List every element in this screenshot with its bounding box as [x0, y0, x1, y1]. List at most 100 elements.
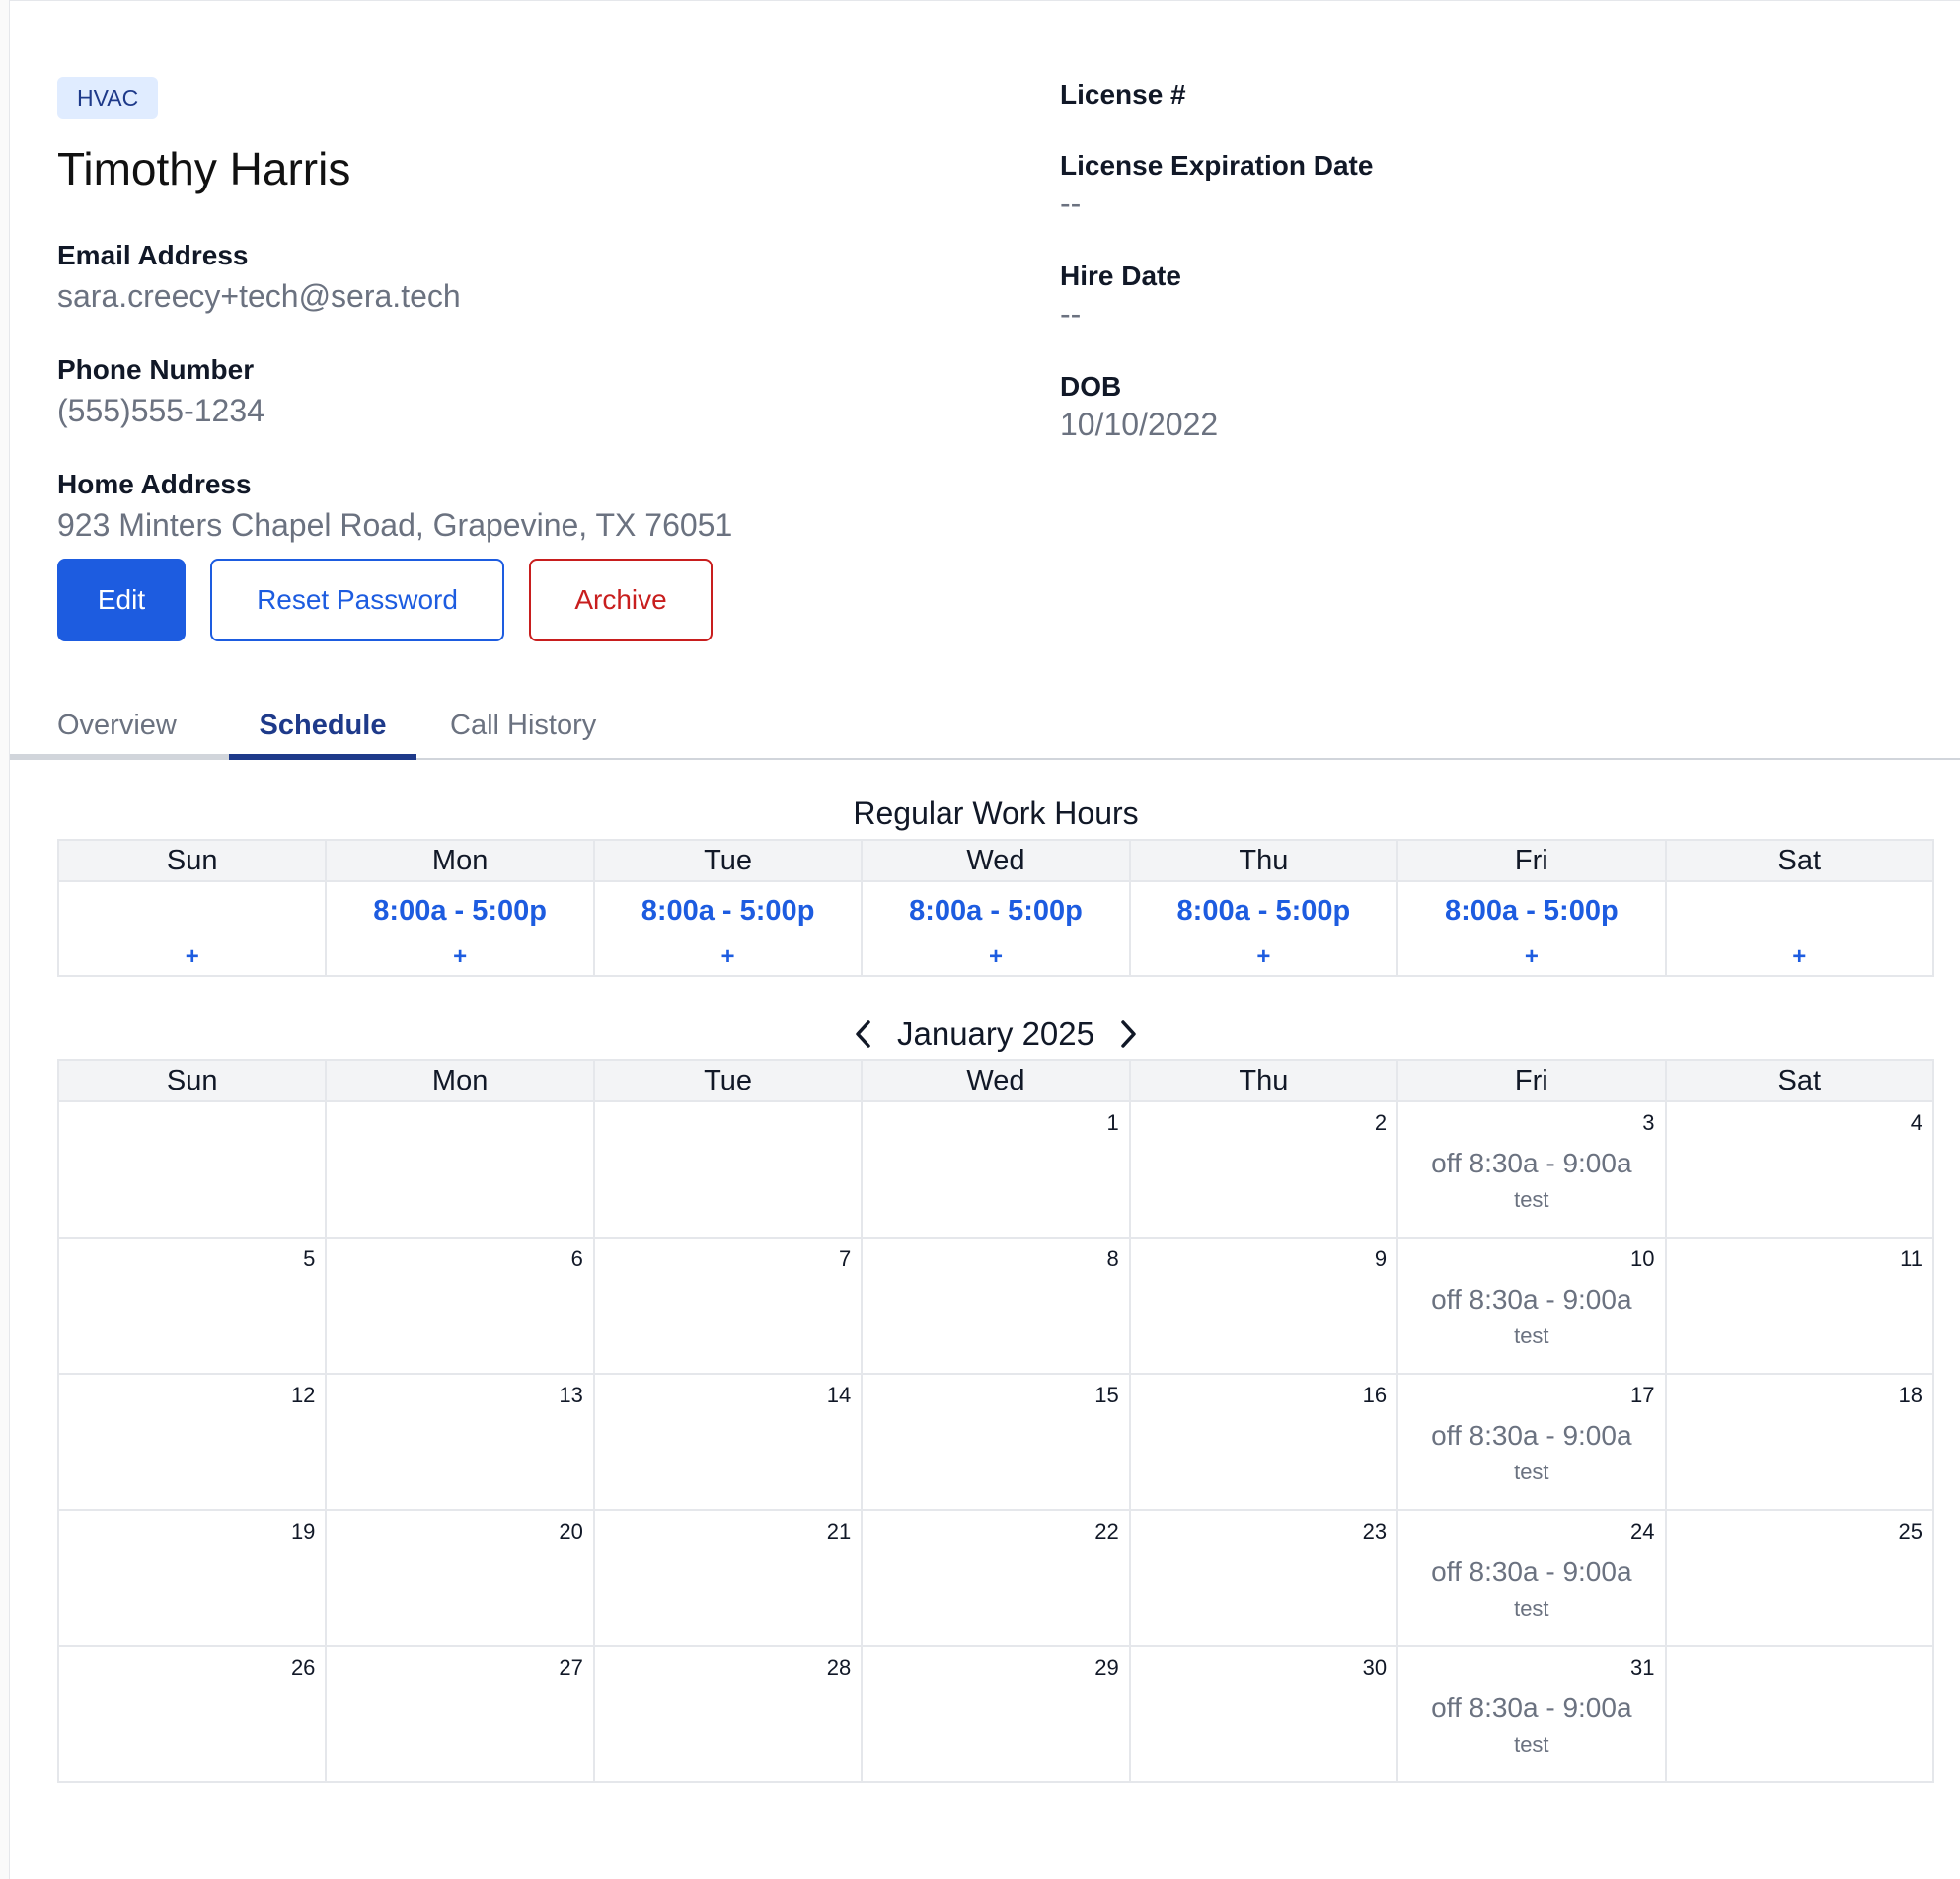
license-number-field: License #	[1060, 77, 1928, 148]
calendar-day-cell[interactable]: 27	[325, 1645, 595, 1783]
previous-month-button[interactable]	[848, 1013, 879, 1056]
hours-time[interactable]: 8:00a - 5:00p	[595, 894, 861, 928]
weekday-header: Wed	[861, 839, 1131, 882]
calendar-day-cell[interactable]: 12	[56, 1373, 328, 1511]
calendar-day-cell[interactable]: 6	[325, 1237, 595, 1375]
calendar-week-row: 1 2 3 off 8:30a - 9:00a test 4	[56, 1100, 1935, 1239]
calendar-day-cell[interactable]: 25	[1664, 1509, 1935, 1647]
day-number: 18	[1898, 1383, 1922, 1407]
hours-time[interactable]	[1667, 894, 1932, 928]
calendar-day-cell[interactable]: 15	[861, 1373, 1131, 1511]
calendar-day-cell[interactable]: 4	[1664, 1100, 1935, 1239]
day-number: 31	[1630, 1655, 1655, 1680]
calendar-day-cell[interactable]: 17 off 8:30a - 9:00a test	[1396, 1373, 1667, 1511]
calendar-day-cell[interactable]: 28	[592, 1645, 864, 1783]
calendar-month-title: January 2025	[897, 1015, 1094, 1052]
archive-button[interactable]: Archive	[529, 559, 713, 641]
tab-overview[interactable]: Overview	[57, 691, 177, 760]
calendar-day-cell[interactable]: 8	[861, 1237, 1131, 1375]
profile-actions: Edit Reset Password Archive	[57, 559, 713, 641]
phone-label: Phone Number	[57, 354, 255, 385]
hours-time[interactable]: 8:00a - 5:00p	[863, 894, 1128, 928]
calendar-day-cell[interactable]: 18	[1664, 1373, 1935, 1511]
day-number: 14	[826, 1383, 852, 1407]
calendar-day-cell[interactable]: 31 off 8:30a - 9:00a test	[1396, 1645, 1667, 1783]
day-number: 29	[1094, 1655, 1119, 1680]
hours-time[interactable]: 8:00a - 5:00p	[1131, 894, 1396, 928]
calendar-day-cell[interactable]: 11	[1664, 1237, 1935, 1375]
weekday-header: Mon	[325, 839, 595, 882]
weekday-header: Thu	[1128, 839, 1399, 882]
add-hours-button[interactable]: +	[1131, 943, 1396, 971]
add-hours-button[interactable]: +	[595, 943, 861, 971]
weekday-header: Sat	[1664, 839, 1935, 882]
email-value: sara.creecy+tech@sera.tech	[57, 278, 461, 314]
event-note: test	[1514, 1732, 1549, 1757]
day-number: 22	[1094, 1519, 1119, 1543]
day-number: 3	[1642, 1110, 1655, 1135]
weekday-header: Sun	[56, 839, 328, 882]
add-hours-button[interactable]: +	[863, 943, 1128, 971]
hours-time[interactable]	[59, 894, 325, 928]
calendar-day-cell[interactable]: 21	[592, 1509, 864, 1647]
add-hours-button[interactable]: +	[327, 943, 592, 971]
day-number: 2	[1374, 1110, 1388, 1135]
weekday-header: Tue	[592, 1059, 864, 1102]
hours-cell-mon: 8:00a - 5:00p +	[325, 880, 595, 977]
calendar-day-cell[interactable]: 3 off 8:30a - 9:00a test	[1396, 1100, 1667, 1239]
calendar-day-cell[interactable]: 9	[1128, 1237, 1399, 1375]
calendar-day-cell[interactable]: 16	[1128, 1373, 1399, 1511]
calendar-day-cell[interactable]: 5	[56, 1237, 328, 1375]
chevron-right-icon	[1121, 1020, 1136, 1048]
calendar-day-cell[interactable]: 7	[592, 1237, 864, 1375]
event-time: off 8:30a - 9:00a	[1431, 1420, 1632, 1451]
chevron-left-icon	[856, 1020, 870, 1048]
tab-call-history[interactable]: Call History	[450, 691, 596, 760]
calendar-day-cell[interactable]: 20	[325, 1509, 595, 1647]
edit-button[interactable]: Edit	[57, 559, 186, 641]
time-off-event[interactable]: off 8:30a - 9:00a test	[1398, 1282, 1664, 1351]
next-month-button[interactable]	[1112, 1013, 1144, 1056]
window-top-edge	[10, 0, 1960, 3]
calendar-empty-cell	[1664, 1645, 1935, 1783]
day-number: 26	[290, 1655, 316, 1680]
hours-time[interactable]: 8:00a - 5:00p	[327, 894, 592, 928]
add-hours-button[interactable]: +	[1398, 943, 1664, 971]
event-note: test	[1514, 1323, 1549, 1348]
home-address-label: Home Address	[57, 469, 252, 499]
hours-cell-thu: 8:00a - 5:00p +	[1128, 880, 1399, 977]
event-note: test	[1514, 1596, 1549, 1620]
calendar-day-cell[interactable]: 14	[592, 1373, 864, 1511]
hours-cell-sat: +	[1664, 880, 1935, 977]
time-off-event[interactable]: off 8:30a - 9:00a test	[1398, 1146, 1664, 1215]
calendar-day-cell[interactable]: 26	[56, 1645, 328, 1783]
calendar-day-cell[interactable]: 1	[861, 1100, 1131, 1239]
add-hours-button[interactable]: +	[59, 943, 325, 971]
active-tab-indicator	[229, 754, 416, 760]
regular-hours-header-row: Sun Mon Tue Wed Thu Fri Sat	[56, 839, 1935, 882]
calendar-day-cell[interactable]: 10 off 8:30a - 9:00a test	[1396, 1237, 1667, 1375]
time-off-event[interactable]: off 8:30a - 9:00a test	[1398, 1691, 1664, 1760]
weekday-header: Sat	[1664, 1059, 1935, 1102]
hours-time[interactable]: 8:00a - 5:00p	[1398, 894, 1664, 928]
calendar-day-cell[interactable]: 13	[325, 1373, 595, 1511]
event-note: test	[1514, 1187, 1549, 1212]
time-off-event[interactable]: off 8:30a - 9:00a test	[1398, 1418, 1664, 1487]
day-number: 20	[559, 1519, 583, 1543]
calendar-day-cell[interactable]: 24 off 8:30a - 9:00a test	[1396, 1509, 1667, 1647]
technician-profile: HVAC Timothy Harris Email Address sara.c…	[57, 77, 985, 544]
calendar-day-cell[interactable]: 19	[56, 1509, 328, 1647]
day-number: 7	[839, 1246, 852, 1271]
calendar-week-row: 12 13 14 15 16 17 off 8:30a - 9:00a test 18	[56, 1373, 1935, 1511]
event-time: off 8:30a - 9:00a	[1431, 1284, 1632, 1315]
time-off-event[interactable]: off 8:30a - 9:00a test	[1398, 1554, 1664, 1623]
calendar-week-row: 26 27 28 29 30 31 off 8:30a - 9:00a test	[56, 1645, 1935, 1783]
calendar-day-cell[interactable]: 2	[1128, 1100, 1399, 1239]
reset-password-button[interactable]: Reset Password	[210, 559, 504, 641]
add-hours-button[interactable]: +	[1667, 943, 1932, 971]
calendar-day-cell[interactable]: 29	[861, 1645, 1131, 1783]
calendar-day-cell[interactable]: 23	[1128, 1509, 1399, 1647]
calendar-day-cell[interactable]: 30	[1128, 1645, 1399, 1783]
calendar-day-cell[interactable]: 22	[861, 1509, 1131, 1647]
tab-schedule[interactable]: Schedule	[229, 691, 416, 760]
